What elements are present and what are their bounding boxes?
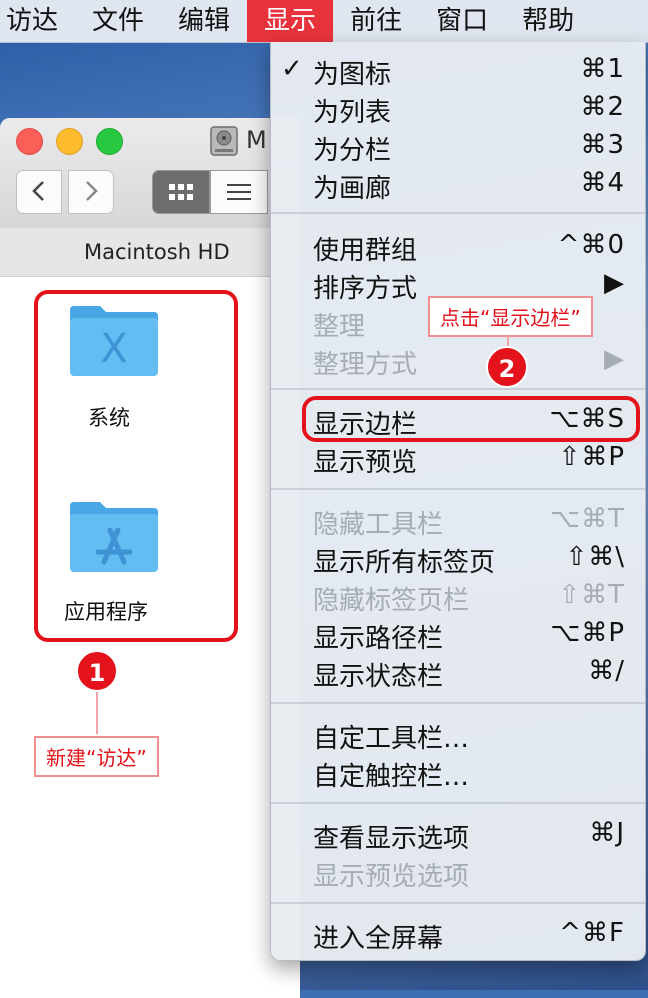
highlight-box-show-sidebar (302, 396, 640, 442)
menu-item-label: 显示预览 (313, 448, 418, 478)
submenu-arrow-icon: ▶ (604, 268, 625, 298)
menu-item-label: 为图标 (313, 60, 392, 90)
menu-item-hide-tab-bar: 隐藏标签页栏 ⇧⌘T (271, 578, 645, 616)
menu-item-shortcut: ⇧⌘P (558, 442, 625, 472)
menu-item-shortcut: ⌘4 (580, 168, 625, 198)
icon-view-button[interactable] (152, 170, 210, 214)
list-view-button[interactable] (210, 170, 268, 214)
menu-item-as-columns[interactable]: 为分栏 ⌘3 (271, 128, 645, 166)
menu-item-label: 为分栏 (313, 136, 392, 166)
list-icon (227, 184, 251, 200)
forward-button[interactable] (68, 170, 114, 214)
menu-file[interactable]: 文件 (75, 0, 161, 42)
menu-item-label: 显示路径栏 (313, 624, 444, 654)
menu-separator (271, 212, 645, 214)
menu-item-clean-up-by: 整理方式 ▶ (271, 342, 645, 380)
menu-item-shortcut: ⌘/ (588, 656, 625, 686)
menu-item-label: 排序方式 (313, 274, 418, 304)
menu-item-shortcut: ⌘3 (580, 130, 625, 160)
menu-item-shortcut: ⇧⌘\ (565, 542, 625, 572)
menu-finder[interactable]: 访达 (0, 0, 75, 42)
menu-view[interactable]: 显示 (247, 0, 334, 42)
window-title: M (246, 126, 267, 154)
menu-bar: 访达 文件 编辑 显示 前往 窗口 帮助 (0, 0, 648, 43)
menu-item-label: 为列表 (313, 98, 392, 128)
minimize-button[interactable] (56, 128, 83, 155)
menu-separator (271, 702, 645, 704)
view-menu-dropdown: ✓ 为图标 ⌘1 为列表 ⌘2 为分栏 ⌘3 为画廊 ⌘4 使用群组 ^⌘0 排… (270, 42, 646, 961)
close-button[interactable] (16, 128, 43, 155)
menu-item-label: 进入全屏幕 (313, 924, 444, 954)
submenu-arrow-icon: ▶ (604, 344, 625, 374)
menu-item-show-status-bar[interactable]: 显示状态栏 ⌘/ (271, 654, 645, 692)
menu-item-show-all-tabs[interactable]: 显示所有标签页 ⇧⌘\ (271, 540, 645, 578)
menu-item-shortcut: ⌥⌘P (550, 618, 625, 648)
step-badge-1: 1 (76, 650, 118, 692)
menu-item-show-path-bar[interactable]: 显示路径栏 ⌥⌘P (271, 616, 645, 654)
menu-item-shortcut: ^⌘F (559, 918, 625, 948)
menu-item-as-icons[interactable]: ✓ 为图标 ⌘1 (271, 52, 645, 90)
menu-item-show-preview[interactable]: 显示预览 ⇧⌘P (271, 440, 645, 478)
menu-item-label: 隐藏标签页栏 (313, 586, 470, 616)
leader-line-1 (96, 692, 98, 734)
chevron-right-icon (86, 181, 98, 201)
menu-item-label: 整理 (313, 312, 366, 342)
callout-show-sidebar: 点击“显示边栏” (428, 296, 593, 337)
menu-item-shortcut: ⌘1 (580, 54, 625, 84)
menu-separator (271, 388, 645, 390)
menu-item-label: 自定触控栏… (313, 762, 470, 792)
grid-icon (169, 184, 193, 200)
callout-new-finder: 新建“访达” (34, 736, 159, 777)
menu-edit[interactable]: 编辑 (161, 0, 247, 42)
menu-item-label: 使用群组 (313, 236, 418, 266)
menu-item-enter-full-screen[interactable]: 进入全屏幕 ^⌘F (271, 916, 645, 954)
chevron-left-icon (32, 181, 44, 201)
menu-item-label: 显示所有标签页 (313, 548, 496, 578)
finder-toolbar: M (0, 118, 300, 229)
menu-item-shortcut: ⌘2 (580, 92, 625, 122)
menu-item-show-view-options[interactable]: 查看显示选项 ⌘J (271, 816, 645, 854)
menu-item-hide-toolbar: 隐藏工具栏 ⌥⌘T (271, 502, 645, 540)
menu-window[interactable]: 窗口 (419, 0, 505, 42)
location-title: Macintosh HD (84, 240, 230, 264)
zoom-button[interactable] (96, 128, 123, 155)
menu-go[interactable]: 前往 (333, 0, 419, 42)
checkmark-icon: ✓ (281, 54, 303, 84)
menu-item-show-preview-options: 显示预览选项 (271, 854, 645, 892)
menu-item-label: 显示预览选项 (313, 862, 470, 892)
menu-item-shortcut: ^⌘0 (557, 230, 625, 260)
menu-item-label: 查看显示选项 (313, 824, 470, 854)
menu-item-customize-touch-bar[interactable]: 自定触控栏… (271, 754, 645, 792)
menu-item-use-groups[interactable]: 使用群组 ^⌘0 (271, 228, 645, 266)
menu-item-as-list[interactable]: 为列表 ⌘2 (271, 90, 645, 128)
hard-disk-icon (210, 126, 238, 156)
menu-item-shortcut: ⌥⌘T (550, 504, 625, 534)
menu-item-label: 显示状态栏 (313, 662, 444, 692)
menu-item-label: 为画廊 (313, 174, 392, 204)
menu-item-as-gallery[interactable]: 为画廊 ⌘4 (271, 166, 645, 204)
step-badge-2: 2 (486, 346, 528, 388)
menu-separator (271, 802, 645, 804)
menu-help[interactable]: 帮助 (505, 0, 591, 42)
menu-item-shortcut: ⌘J (589, 818, 625, 848)
menu-item-customize-toolbar[interactable]: 自定工具栏… (271, 716, 645, 754)
highlight-box-folders (34, 290, 238, 642)
menu-item-label: 隐藏工具栏 (313, 510, 444, 540)
menu-item-shortcut: ⇧⌘T (558, 580, 625, 610)
menu-item-label: 自定工具栏… (313, 724, 470, 754)
menu-separator (271, 488, 645, 490)
menu-item-label: 整理方式 (313, 350, 418, 380)
menu-separator (271, 902, 645, 904)
back-button[interactable] (16, 170, 62, 214)
